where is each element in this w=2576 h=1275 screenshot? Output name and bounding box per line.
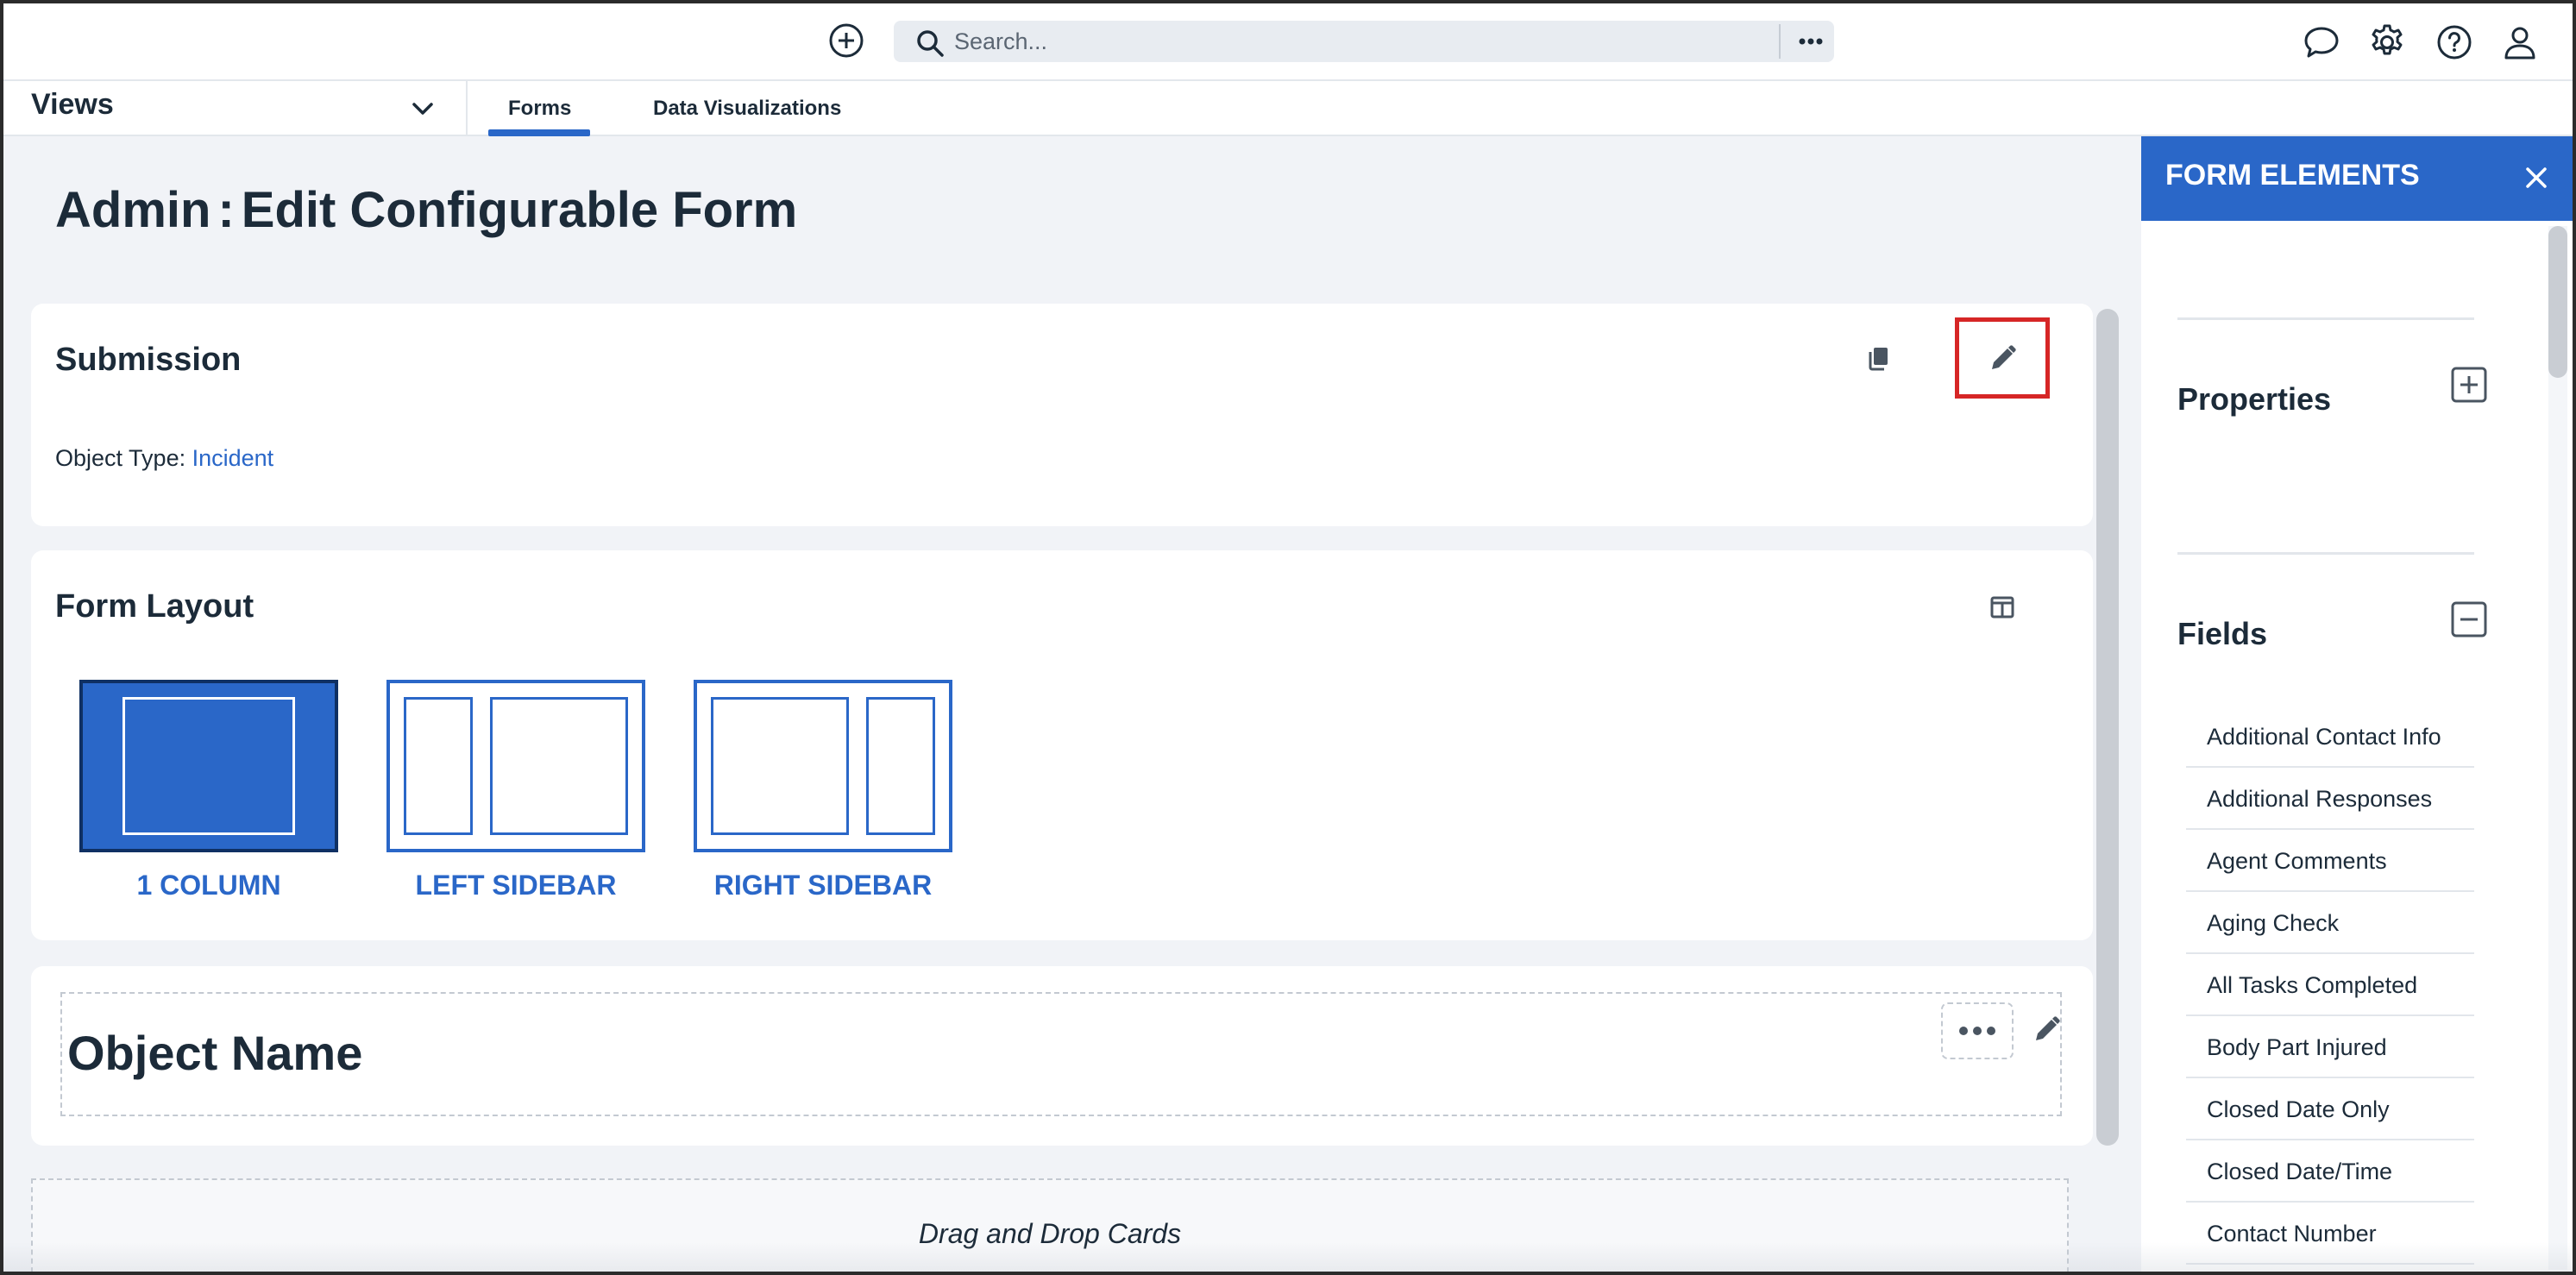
field-item[interactable]: Closed Date/Time bbox=[2186, 1140, 2474, 1203]
copy-icon[interactable] bbox=[1863, 342, 1898, 376]
page-title-main: Edit Configurable Form bbox=[241, 182, 798, 238]
panel-header: FORM ELEMENTS bbox=[2141, 136, 2573, 221]
object-type-line: Object Type: Incident bbox=[55, 445, 273, 472]
chevron-down-icon[interactable] bbox=[407, 93, 438, 124]
panel-title: FORM ELEMENTS bbox=[2165, 159, 2420, 192]
panel-divider bbox=[2177, 552, 2474, 555]
plus-square-icon[interactable] bbox=[2450, 366, 2488, 404]
add-circle-icon[interactable] bbox=[828, 22, 864, 59]
edit-highlight-box bbox=[1955, 317, 2050, 399]
help-icon[interactable] bbox=[2435, 22, 2474, 62]
tab-forms[interactable]: Forms bbox=[508, 97, 571, 121]
layout-label-1-column[interactable]: 1 COLUMN bbox=[79, 870, 338, 901]
tab-data-visualizations[interactable]: Data Visualizations bbox=[653, 97, 841, 121]
active-tab-indicator bbox=[488, 129, 590, 136]
layout-option-left-sidebar[interactable] bbox=[386, 680, 645, 852]
field-item[interactable]: Additional Responses bbox=[2186, 768, 2474, 830]
layout-preview-main bbox=[711, 697, 849, 835]
views-dropdown-label[interactable]: Views bbox=[31, 88, 114, 122]
nav-row: Views Forms Data Visualizations bbox=[0, 79, 2576, 138]
object-name-more-button[interactable] bbox=[1941, 1002, 2014, 1059]
field-item[interactable]: Agent Comments bbox=[2186, 830, 2474, 892]
layout-label-right-sidebar[interactable]: RIGHT SIDEBAR bbox=[694, 870, 952, 901]
chat-icon[interactable] bbox=[2302, 22, 2341, 62]
object-name-text: Object Name bbox=[67, 1026, 363, 1080]
object-name-card: Object Name bbox=[31, 966, 2093, 1146]
gear-icon[interactable] bbox=[2367, 22, 2407, 62]
main-scrollbar-thumb[interactable] bbox=[2096, 309, 2119, 1146]
field-item[interactable]: Body Part Injured bbox=[2186, 1016, 2474, 1078]
layout-preview-sidebar bbox=[866, 697, 935, 835]
more-horizontal-icon bbox=[1959, 1027, 1995, 1035]
form-layout-card: Form Layout 1 COLUMN LEFT SIDEBAR RIGHT … bbox=[31, 550, 2093, 940]
object-name-field[interactable]: Object Name bbox=[60, 992, 2062, 1116]
more-horizontal-icon[interactable] bbox=[1787, 21, 1834, 62]
page-title: Admin: Edit Configurable Form bbox=[55, 181, 797, 239]
layout-preview-main bbox=[490, 697, 628, 835]
search-input[interactable] bbox=[954, 21, 1748, 62]
layout-label-left-sidebar[interactable]: LEFT SIDEBAR bbox=[386, 870, 645, 901]
user-icon[interactable] bbox=[2500, 22, 2540, 62]
object-type-link[interactable]: Incident bbox=[192, 445, 274, 471]
drag-drop-text: Drag and Drop Cards bbox=[918, 1218, 1182, 1249]
layout-icon[interactable] bbox=[1985, 590, 2020, 625]
section-title-properties: Properties bbox=[2177, 381, 2332, 417]
panel-divider bbox=[2177, 317, 2474, 320]
field-item[interactable]: All Tasks Completed bbox=[2186, 954, 2474, 1016]
main-content: Admin: Edit Configurable Form Submission … bbox=[3, 136, 2141, 1272]
submission-card: Submission Object Type: Incident bbox=[31, 304, 2093, 526]
panel-scrollbar-thumb[interactable] bbox=[2548, 226, 2567, 378]
panel-scrollbar[interactable] bbox=[2548, 226, 2567, 1270]
section-title-fields: Fields bbox=[2177, 616, 2268, 651]
page-title-prefix: Admin bbox=[55, 182, 211, 238]
object-type-label: Object Type: bbox=[55, 445, 186, 471]
field-item[interactable]: Aging Check bbox=[2186, 892, 2474, 954]
layout-option-1-column[interactable] bbox=[79, 680, 338, 852]
nav-divider bbox=[466, 81, 468, 138]
layout-option-right-sidebar[interactable] bbox=[694, 680, 952, 852]
pencil-icon[interactable] bbox=[2029, 1013, 2064, 1047]
close-icon[interactable] bbox=[2519, 160, 2554, 195]
layout-preview-sidebar bbox=[404, 697, 473, 835]
form-layout-card-title: Form Layout bbox=[55, 588, 254, 625]
panel-body: Properties Fields Additional Contact Inf… bbox=[2141, 221, 2573, 1272]
form-elements-panel: FORM ELEMENTS Properties Fields Addition… bbox=[2141, 136, 2573, 1272]
minus-square-icon[interactable] bbox=[2450, 600, 2488, 638]
submission-card-title: Submission bbox=[55, 342, 242, 378]
field-list: Additional Contact Info Additional Respo… bbox=[2186, 706, 2474, 1265]
drag-drop-zone[interactable]: Drag and Drop Cards bbox=[31, 1178, 2069, 1272]
search-bar bbox=[894, 21, 1834, 62]
field-item[interactable]: Additional Contact Info bbox=[2186, 706, 2474, 768]
top-bar bbox=[0, 0, 2576, 79]
layout-preview-main bbox=[123, 697, 295, 835]
field-item[interactable]: Closed Date Only bbox=[2186, 1078, 2474, 1140]
field-item[interactable]: Contact Number bbox=[2186, 1203, 2474, 1265]
search-icon bbox=[917, 30, 944, 57]
search-divider bbox=[1779, 24, 1781, 59]
page-title-separator: : bbox=[217, 182, 235, 238]
main-scrollbar[interactable] bbox=[2096, 309, 2119, 1146]
